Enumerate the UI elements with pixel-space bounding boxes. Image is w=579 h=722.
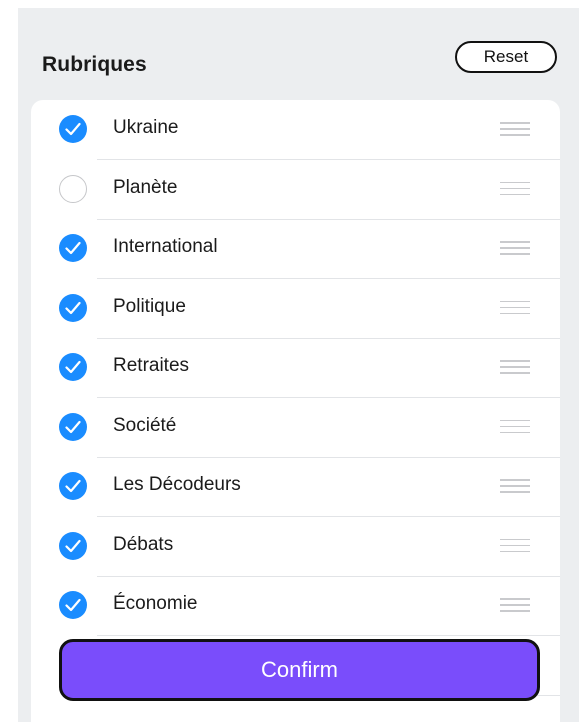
list-item[interactable]: International: [31, 219, 560, 279]
drag-handle-icon[interactable]: [500, 241, 530, 255]
checked-circle-icon[interactable]: [59, 591, 87, 619]
drag-handle-icon[interactable]: [500, 122, 530, 136]
drag-handle-icon[interactable]: [500, 538, 530, 553]
checked-circle-icon[interactable]: [59, 293, 87, 322]
drag-handle-icon[interactable]: [500, 598, 530, 612]
list-item-label: Débats: [113, 533, 174, 555]
list-item[interactable]: Politique: [31, 279, 560, 339]
list-item[interactable]: Retraites: [31, 338, 560, 398]
list-item[interactable]: Les Décodeurs: [31, 457, 560, 517]
rubriques-panel: Rubriques Reset Ukraine Planète Internatio…: [18, 8, 579, 722]
list-item[interactable]: Débats: [31, 517, 560, 577]
drag-handle-icon[interactable]: [500, 419, 530, 434]
list-item-label: Ukraine: [113, 117, 179, 138]
drag-handle-icon[interactable]: [500, 360, 530, 374]
panel-title: Rubriques: [42, 53, 147, 76]
list-item-label: Politique: [113, 295, 186, 317]
confirm-button[interactable]: Confirm: [59, 639, 540, 701]
drag-handle-icon[interactable]: [500, 300, 530, 315]
list-item-label: Société: [113, 414, 177, 436]
drag-handle-icon[interactable]: [500, 479, 530, 493]
checked-circle-icon[interactable]: [59, 531, 87, 560]
list-item[interactable]: Planète: [31, 160, 560, 220]
list-item-label: Économie: [113, 593, 198, 614]
list-item-label: Retraites: [113, 355, 190, 376]
checked-circle-icon[interactable]: [59, 412, 87, 441]
checked-circle-icon[interactable]: [59, 234, 87, 262]
list-item[interactable]: Société: [31, 398, 560, 458]
checked-circle-icon[interactable]: [59, 472, 87, 500]
checked-circle-icon[interactable]: [59, 115, 87, 143]
list-item-label: International: [113, 236, 218, 257]
unchecked-circle-icon[interactable]: [59, 174, 87, 203]
checked-circle-icon[interactable]: [59, 353, 87, 381]
list-item-label: Les Décodeurs: [113, 474, 241, 495]
list-item[interactable]: Ukraine: [31, 100, 560, 160]
list-item[interactable]: Économie: [31, 576, 560, 636]
drag-handle-icon[interactable]: [500, 181, 530, 196]
rubriques-list: Ukraine Planète International Politique Retr…: [31, 100, 560, 722]
list-item-label: Planète: [113, 176, 178, 198]
reset-button[interactable]: Reset: [455, 41, 557, 73]
